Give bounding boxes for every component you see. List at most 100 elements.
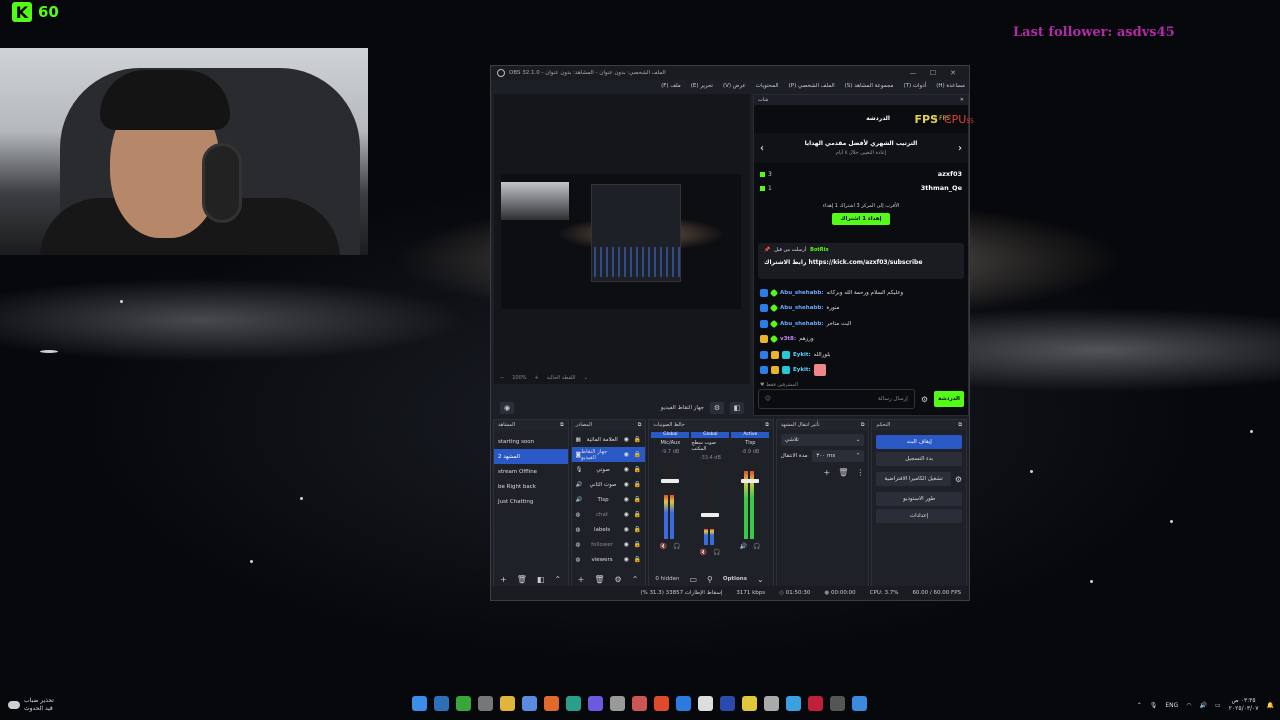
chat-send-button[interactable]: الدردشة	[934, 391, 964, 407]
undock-icon[interactable]: ⧉	[861, 422, 865, 428]
stop-streaming-button[interactable]: إيقاف البث	[876, 435, 962, 449]
volume-meter[interactable]	[701, 465, 720, 545]
source-item[interactable]: 🎙 صوتي ◉ 🔒	[572, 462, 646, 477]
channel-mode[interactable]: Global	[691, 432, 730, 438]
vscode-icon[interactable]	[676, 696, 691, 711]
headphones-icon[interactable]: 🎧	[713, 549, 720, 556]
volume-meter[interactable]	[661, 459, 680, 539]
app-icon[interactable]	[522, 696, 537, 711]
mute-icon[interactable]: 🔇	[700, 549, 707, 556]
app-icon[interactable]	[566, 696, 581, 711]
menu-scene-collection[interactable]: مجموعة المشاهد (S)	[845, 83, 894, 89]
chevron-up-icon[interactable]: ⌃	[632, 575, 639, 584]
chat-input[interactable]: ☺ إرسال رسالة	[758, 389, 915, 409]
studio-mode-button[interactable]: طور الاستوديو	[876, 492, 962, 506]
undock-icon[interactable]: ⧉	[958, 422, 962, 428]
pinned-text[interactable]: رابط الاشتراك https://kick.com/azxf03/su…	[764, 259, 958, 266]
chevron-right-icon[interactable]: ›	[958, 143, 962, 154]
menu-help[interactable]: مساعدة (H)	[936, 83, 965, 89]
firefox-icon[interactable]	[544, 696, 559, 711]
more-icon[interactable]: ⋮	[856, 468, 864, 477]
notification-icon[interactable]: 🔔	[1267, 702, 1274, 709]
scene-item[interactable]: Just Chatting	[494, 494, 568, 509]
brave-icon[interactable]	[654, 696, 669, 711]
weather-widget[interactable]: تحذير ضباب قيد الحدوث	[8, 690, 54, 720]
file-explorer-icon[interactable]	[500, 696, 515, 711]
source-item[interactable]: ◍ chat ◉ 🔒	[572, 507, 646, 522]
scene-item[interactable]: المشهد 2	[494, 449, 568, 464]
preview-area[interactable]: − 100% + اللقطة الحالية ⌄	[494, 94, 750, 384]
emoji-icon[interactable]: ☺	[765, 396, 771, 402]
chevron-up-icon[interactable]: ⌃	[554, 575, 561, 584]
gear-icon[interactable]: ⚙	[710, 402, 724, 414]
volume-fader[interactable]	[741, 479, 760, 483]
duration-spinbox[interactable]: ٣٠٠ ms ⌃	[812, 450, 865, 462]
virtual-camera-button[interactable]: تشغيل الكاميرا الافتراضية	[876, 472, 951, 486]
minecraft-icon[interactable]	[456, 696, 471, 711]
source-item[interactable]: ◙ جهاز التقاط الفيديو ◉ 🔒	[571, 447, 646, 462]
channel-mode[interactable]: Global	[651, 432, 690, 438]
menu-file[interactable]: ملف (F)	[661, 83, 681, 89]
filters-icon[interactable]: ◧	[537, 575, 545, 584]
chevron-down-icon[interactable]: ⌄	[584, 375, 588, 381]
scene-item[interactable]: be Right back	[494, 479, 568, 494]
preview-canvas[interactable]	[501, 174, 741, 309]
obs-titlebar[interactable]: OBS 32.1.0 - الملف الشخصي: بدون عنوان - …	[491, 66, 969, 80]
settings-button[interactable]: إعدادات	[876, 509, 962, 523]
volume-fader[interactable]	[661, 479, 680, 483]
menu-docks[interactable]: المحتويات	[756, 83, 779, 89]
transition-select[interactable]: تلاشي ⌄	[780, 434, 865, 446]
start-recording-button[interactable]: بدء التسجيل	[876, 452, 962, 466]
headphones-icon[interactable]: 🎧	[753, 543, 760, 550]
app-icon[interactable]	[478, 696, 493, 711]
close-icon[interactable]: ✕	[943, 69, 963, 77]
chevron-up-icon[interactable]: ⌃	[1137, 702, 1142, 709]
dock-close-icon[interactable]: ✕	[960, 97, 964, 103]
undock-icon[interactable]: ⧉	[638, 422, 642, 428]
minimize-icon[interactable]: —	[903, 69, 923, 77]
volume-fader[interactable]	[701, 513, 720, 517]
channel-mode[interactable]: Active	[731, 432, 770, 438]
source-item[interactable]: ▦ العلامة المائية ◉ 🔒	[572, 432, 646, 447]
app-icon[interactable]	[786, 696, 801, 711]
add-icon[interactable]: +	[578, 575, 585, 584]
calendar-icon[interactable]	[698, 696, 713, 711]
chevron-left-icon[interactable]: ‹	[760, 143, 764, 154]
rank-username[interactable]: azxf03	[938, 170, 962, 178]
gear-icon[interactable]: ⚙	[955, 475, 962, 484]
task-view-icon[interactable]	[434, 696, 449, 711]
scene-item[interactable]: stream Offline	[494, 464, 568, 479]
app-icon[interactable]	[720, 696, 735, 711]
app-icon[interactable]	[588, 696, 603, 711]
menu-view[interactable]: عرض (V)	[723, 83, 746, 89]
menu-profile[interactable]: الملف الشخصي (P)	[789, 83, 835, 89]
battery-icon[interactable]: ▭	[1215, 702, 1221, 709]
wifi-icon[interactable]: ◠	[1186, 702, 1191, 709]
app-icon[interactable]	[830, 696, 845, 711]
undock-icon[interactable]: ⧉	[560, 422, 564, 428]
layout-icon[interactable]: ▭	[689, 575, 697, 584]
source-item[interactable]: ◍ viewers ◉ 🔒	[572, 552, 646, 567]
app-icon[interactable]	[764, 696, 779, 711]
gear-icon[interactable]: ⚙	[615, 575, 622, 584]
zoom-in-icon[interactable]: +	[535, 375, 539, 381]
gift-sub-button[interactable]: إهداء 1 اشتراك	[832, 213, 890, 225]
language-indicator[interactable]: ENG	[1165, 702, 1178, 709]
notes-icon[interactable]	[742, 696, 757, 711]
source-item[interactable]: 🔊 Tisp ◉ 🔒	[572, 492, 646, 507]
rank-username[interactable]: 3thman_Qe	[921, 184, 962, 192]
trash-icon[interactable]: 🗑	[838, 468, 848, 477]
maximize-icon[interactable]: ☐	[923, 69, 943, 77]
volume-meter[interactable]	[741, 459, 760, 539]
source-item[interactable]: 🔊 صوت الثاني ◉ 🔒	[572, 477, 646, 492]
trash-icon[interactable]: 🗑	[517, 575, 527, 584]
menu-edit[interactable]: تحرير (E)	[691, 83, 713, 89]
filters-icon[interactable]: ◧	[730, 402, 744, 414]
undock-icon[interactable]: ⧉	[765, 422, 769, 428]
gear-icon[interactable]: ⚙	[921, 395, 928, 404]
mute-icon[interactable]: 🔊	[740, 543, 747, 550]
app-icon[interactable]	[808, 696, 823, 711]
link-icon[interactable]: ⚲	[707, 575, 713, 584]
headphones-icon[interactable]: 🎧	[673, 543, 680, 550]
clock[interactable]: ٠٣:٣٥ ص ٢٠٢٥/٠٣/٠٧	[1229, 697, 1259, 713]
